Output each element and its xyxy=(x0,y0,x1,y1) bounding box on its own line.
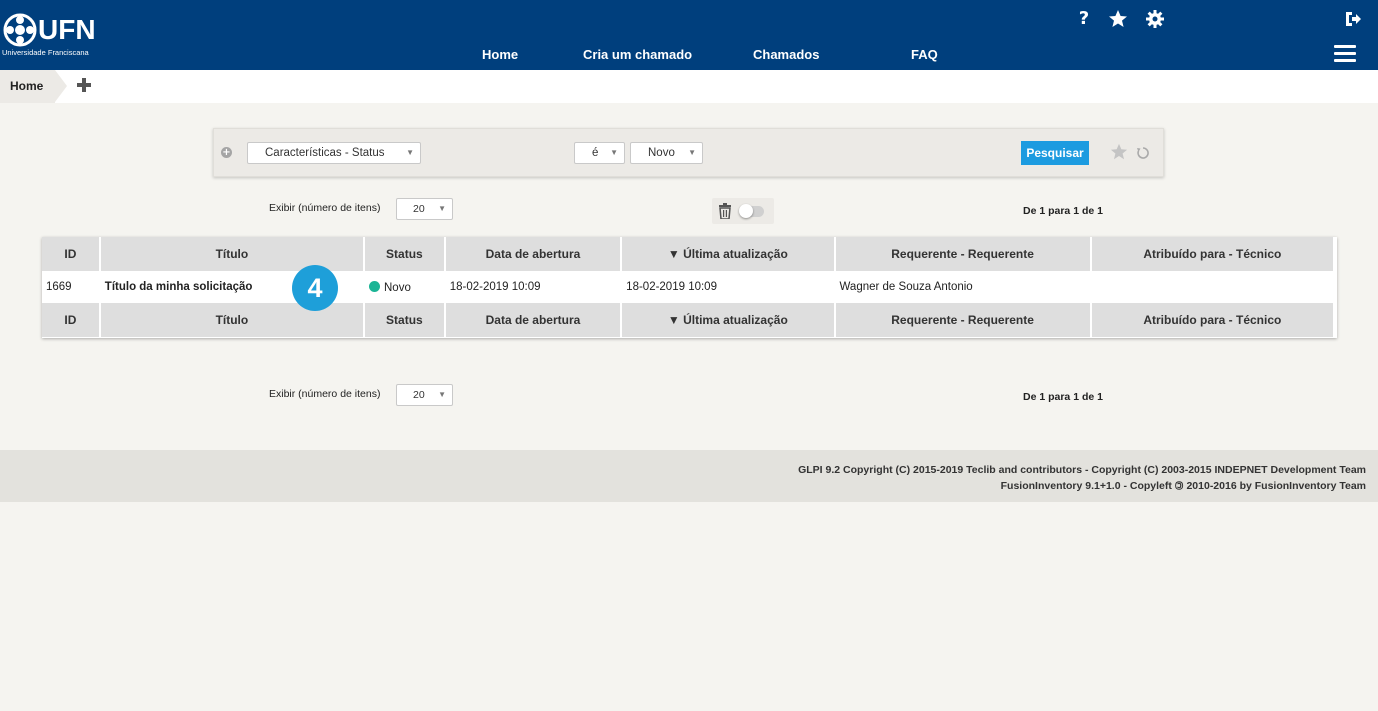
nav-tickets[interactable]: Chamados xyxy=(753,47,819,62)
items-per-page-label: Exibir (número de itens) xyxy=(269,202,381,214)
value-select[interactable]: Novo ▼ xyxy=(630,142,703,164)
cell-opened: 18-02-2019 10:09 xyxy=(445,271,621,303)
cell-status: Novo xyxy=(365,271,444,303)
trash-icon[interactable] xyxy=(718,203,732,219)
logout-icon[interactable] xyxy=(1343,9,1363,29)
page-footer: GLPI 9.2 Copyright (C) 2015-2019 Teclib … xyxy=(0,450,1378,502)
cell-id: 1669 xyxy=(42,271,99,303)
field-select-value: Características - Status xyxy=(265,147,385,159)
column-header-requester[interactable]: Requerente - Requerente xyxy=(835,237,1090,271)
footer-copyright-fusion[interactable]: FusionInventory 9.1+1.0 - Copyleft 🄯 201… xyxy=(1001,478,1366,493)
star-icon[interactable] xyxy=(1108,9,1128,29)
cell-updated: 18-02-2019 10:09 xyxy=(622,271,834,303)
table-footer-header: ID Título Status Data de abertura ▼ Últi… xyxy=(42,303,1333,337)
items-per-page-select[interactable]: 20 ▼ xyxy=(396,198,453,220)
field-select[interactable]: Características - Status ▼ xyxy=(247,142,421,164)
nav-faq[interactable]: FAQ xyxy=(911,47,938,62)
items-per-page-value: 20 xyxy=(413,203,425,215)
status-label: Novo xyxy=(384,281,411,294)
top-header: UFN Universidade Franciscana ? Home Cria… xyxy=(0,0,1378,70)
add-criteria-icon[interactable]: + xyxy=(221,147,232,158)
items-per-page-value-bottom: 20 xyxy=(413,389,425,401)
breadcrumb-home[interactable]: Home xyxy=(0,70,68,103)
table-row[interactable]: 1669 Título da minha solicitação Novo 18… xyxy=(42,271,1333,303)
column-footer-status[interactable]: Status xyxy=(365,303,444,337)
mass-actions-bar xyxy=(712,198,774,224)
nav-home[interactable]: Home xyxy=(482,47,518,62)
chevron-down-icon: ▼ xyxy=(438,390,446,399)
cell-requester: Wagner de Souza Antonio xyxy=(835,271,1090,303)
help-icon[interactable]: ? xyxy=(1074,9,1094,29)
column-footer-requester[interactable]: Requerente - Requerente xyxy=(835,303,1090,337)
menu-hamburger-icon[interactable] xyxy=(1334,45,1356,63)
pagination-count-bottom: De 1 para 1 de 1 xyxy=(1023,391,1103,403)
operator-select-value: é xyxy=(592,147,599,159)
reset-icon[interactable] xyxy=(1136,146,1150,160)
chevron-down-icon: ▼ xyxy=(688,148,696,157)
main-nav: Home Cria um chamado Chamados FAQ xyxy=(0,47,1378,67)
table-header: ID Título Status Data de abertura ▼ Últi… xyxy=(42,237,1333,271)
column-header-updated[interactable]: ▼ Última atualização xyxy=(622,237,834,271)
logo-emblem-icon xyxy=(3,13,37,47)
column-footer-assigned[interactable]: Atribuído para - Técnico xyxy=(1091,303,1333,337)
gear-icon[interactable] xyxy=(1145,9,1165,29)
breadcrumb: Home xyxy=(0,70,1378,103)
column-footer-id[interactable]: ID xyxy=(42,303,99,337)
footer-copyright-glpi[interactable]: GLPI 9.2 Copyright (C) 2015-2019 Teclib … xyxy=(798,464,1366,476)
step-badge: 4 xyxy=(292,265,338,311)
value-select-value: Novo xyxy=(648,147,675,159)
search-button[interactable]: Pesquisar xyxy=(1021,141,1089,165)
save-search-star-icon[interactable] xyxy=(1110,143,1128,161)
column-header-id[interactable]: ID xyxy=(42,237,99,271)
pagination-count: De 1 para 1 de 1 xyxy=(1023,205,1103,217)
status-new-icon xyxy=(369,280,380,292)
items-per-page-select-bottom[interactable]: 20 ▼ xyxy=(396,384,453,406)
column-footer-opened[interactable]: Data de abertura xyxy=(445,303,621,337)
column-header-status[interactable]: Status xyxy=(365,237,444,271)
trash-toggle[interactable] xyxy=(739,204,764,218)
tickets-table: ID Título Status Data de abertura ▼ Últi… xyxy=(42,237,1337,338)
cell-assigned xyxy=(1091,271,1333,303)
column-header-assigned[interactable]: Atribuído para - Técnico xyxy=(1091,237,1333,271)
column-footer-updated[interactable]: ▼ Última atualização xyxy=(622,303,834,337)
chevron-down-icon: ▼ xyxy=(406,148,414,157)
items-per-page-label-bottom: Exibir (número de itens) xyxy=(269,388,381,400)
column-header-opened[interactable]: Data de abertura xyxy=(445,237,621,271)
search-criteria-panel: + Características - Status ▼ é ▼ Novo ▼ … xyxy=(213,128,1164,177)
operator-select[interactable]: é ▼ xyxy=(574,142,625,164)
nav-new-ticket[interactable]: Cria um chamado xyxy=(583,47,692,62)
chevron-down-icon: ▼ xyxy=(610,148,618,157)
chevron-down-icon: ▼ xyxy=(438,204,446,213)
add-icon[interactable] xyxy=(75,76,93,94)
brand-name: UFN xyxy=(38,14,96,45)
